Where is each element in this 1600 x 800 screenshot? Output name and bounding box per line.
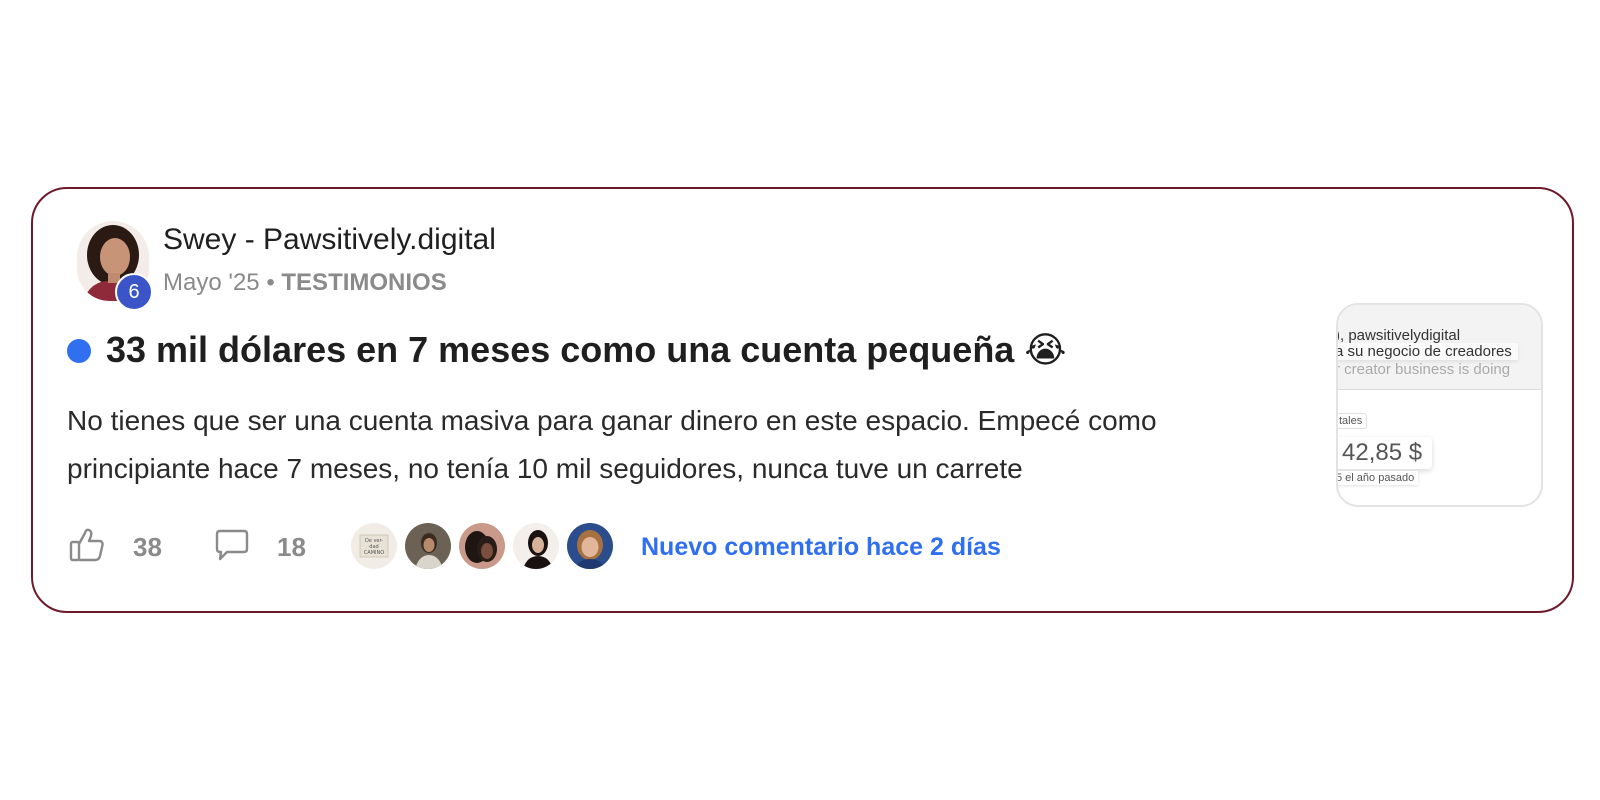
- post-category[interactable]: TESTIMONIOS: [281, 269, 446, 296]
- commenter-avatar-3[interactable]: [457, 521, 507, 571]
- new-comment-link[interactable]: Nuevo comentario hace 2 días: [641, 519, 1001, 575]
- thumbnail-value: 42,85 $: [1338, 437, 1433, 469]
- thumbs-up-icon[interactable]: [67, 525, 107, 570]
- speech-bubble-icon[interactable]: [211, 525, 251, 570]
- like-count: 38: [133, 531, 162, 562]
- commenter-avatar-1[interactable]: De ver- dad CAMINO: [349, 521, 399, 571]
- post-title[interactable]: 33 mil dólares en 7 meses como una cuent…: [106, 329, 1066, 371]
- comment-count: 18: [277, 531, 306, 562]
- like-button[interactable]: 38: [67, 519, 162, 575]
- thumbnail-text-greeting: ), pawsitivelydigital: [1336, 327, 1461, 344]
- author-avatar-container[interactable]: 6: [77, 221, 153, 311]
- post-date: Mayo '25: [163, 269, 260, 296]
- thumbnail-subtext: 5 el año pasado: [1338, 471, 1419, 485]
- author-name[interactable]: Swey - Pawsitively.digital: [163, 223, 496, 257]
- thumbnail-divider: [1338, 389, 1541, 390]
- commenter-avatars[interactable]: De ver- dad CAMINO: [349, 521, 619, 573]
- svg-text:CAMINO: CAMINO: [364, 550, 384, 556]
- post-footer: 38 18 De ver- dad CAMINO Nuevo comentari…: [67, 519, 1067, 575]
- comment-button[interactable]: 18: [211, 519, 306, 575]
- commenter-avatar-5[interactable]: [565, 521, 615, 571]
- thumbnail-text-faded: r creator business is doing: [1336, 361, 1511, 378]
- thumbnail-text-subtitle: a su negocio de creadores: [1338, 343, 1518, 360]
- post-excerpt[interactable]: No tienes que ser una cuenta masiva para…: [67, 397, 1247, 493]
- thumbnail-chip: tales: [1338, 413, 1368, 429]
- level-badge: 6: [115, 273, 153, 311]
- post-card[interactable]: 6 Swey - Pawsitively.digital Mayo '25 • …: [31, 187, 1574, 613]
- commenter-avatar-4[interactable]: [511, 521, 561, 571]
- meta-separator: •: [266, 269, 275, 296]
- post-meta: Mayo '25 • TESTIMONIOS: [163, 269, 447, 297]
- commenter-avatar-2[interactable]: [403, 521, 453, 571]
- unread-dot-icon: [67, 339, 91, 363]
- post-thumbnail[interactable]: r creator business is doing ), pawsitive…: [1336, 303, 1543, 507]
